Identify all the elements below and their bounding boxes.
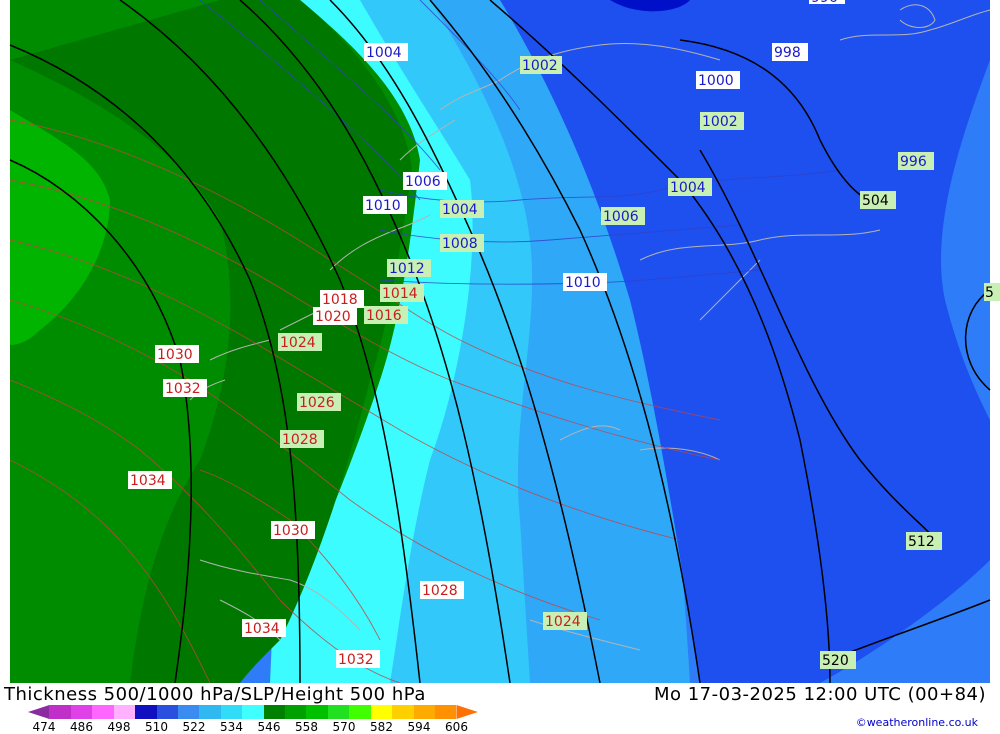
scale-tick-labels: 474 486 498 510 522 534 546 558 570 582 594 606 [0, 720, 520, 734]
slp-label: 1030 [273, 523, 309, 539]
scale-swatch [92, 705, 114, 719]
scale-swatch [113, 705, 136, 719]
slp-label: 1004 [670, 180, 706, 196]
scale-swatch [413, 705, 436, 719]
scale-swatch [49, 705, 71, 719]
slp-label: 1032 [338, 652, 374, 668]
scale-tick: 594 [407, 720, 431, 734]
slp-label-partial: 996 [811, 0, 838, 6]
slp-label: 996 [900, 154, 927, 170]
scale-tick: 606 [445, 720, 468, 734]
scale-tick: 570 [332, 720, 356, 734]
slp-label: 1034 [130, 473, 166, 489]
scale-tick: 534 [220, 720, 243, 734]
slp-label: 1000 [698, 73, 734, 89]
slp-label: 1028 [422, 583, 458, 599]
scale-swatch [306, 705, 328, 719]
slp-label: 1024 [545, 614, 581, 630]
scale-swatch [156, 705, 178, 719]
slp-label: 1020 [315, 309, 351, 325]
slp-label: 1010 [365, 198, 401, 214]
scale-swatch [456, 705, 478, 719]
scale-swatch [28, 705, 50, 719]
height-label: 504 [862, 193, 889, 209]
scale-swatch [135, 705, 157, 719]
scale-swatch [435, 705, 457, 719]
scale-tick: 498 [107, 720, 131, 734]
valid-time: Mo 17-03-2025 12:00 UTC (00+84) [653, 684, 986, 705]
slp-label: 1030 [157, 347, 193, 363]
slp-label: 1010 [565, 275, 601, 291]
map-title: Thickness 500/1000 hPa/SLP/Height 500 hP… [4, 684, 426, 705]
slp-label: 1032 [165, 381, 201, 397]
scale-swatch [177, 705, 200, 719]
scale-swatch [242, 705, 264, 719]
slp-label: 1006 [603, 209, 639, 225]
scale-tick: 546 [257, 720, 281, 734]
slp-label: 1008 [442, 236, 478, 252]
scale-swatch [392, 705, 414, 719]
height-label-partial: 5 [985, 285, 994, 301]
scale-tick: 486 [70, 720, 93, 734]
scale-tick: 510 [145, 720, 168, 734]
scale-tick: 522 [182, 720, 206, 734]
slp-label: 1002 [522, 58, 558, 74]
credit-link[interactable]: ©weatheronline.co.uk [856, 716, 978, 729]
slp-label: 1018 [322, 292, 358, 308]
slp-label: 1014 [382, 286, 418, 302]
slp-label: 1002 [702, 114, 738, 130]
slp-label: 1028 [282, 432, 318, 448]
slp-label: 1004 [442, 202, 478, 218]
scale-swatch [70, 705, 93, 719]
height-label: 520 [822, 653, 849, 669]
slp-label: 1034 [244, 621, 280, 637]
slp-label: 1016 [366, 308, 402, 324]
slp-label: 1006 [405, 174, 441, 190]
slp-label: 998 [774, 45, 801, 61]
thickness-color-scale [28, 705, 478, 719]
scale-swatch [285, 705, 307, 719]
slp-label: 1004 [366, 45, 402, 61]
scale-swatch [199, 705, 221, 719]
scale-tick: 582 [370, 720, 393, 734]
scale-swatch [327, 705, 350, 719]
slp-label: 1012 [389, 261, 425, 277]
scale-tick: 558 [295, 720, 318, 734]
thickness-map: 1004 1002 998 1000 1006 1010 1010 1018 1… [0, 0, 1000, 733]
slp-label: 1024 [280, 335, 316, 351]
scale-swatch [263, 705, 286, 719]
scale-swatch [220, 705, 243, 719]
scale-tick: 474 [32, 720, 56, 734]
scale-swatch [370, 705, 393, 719]
height-label: 512 [908, 534, 935, 550]
slp-label: 1026 [299, 395, 335, 411]
scale-swatch [349, 705, 371, 719]
